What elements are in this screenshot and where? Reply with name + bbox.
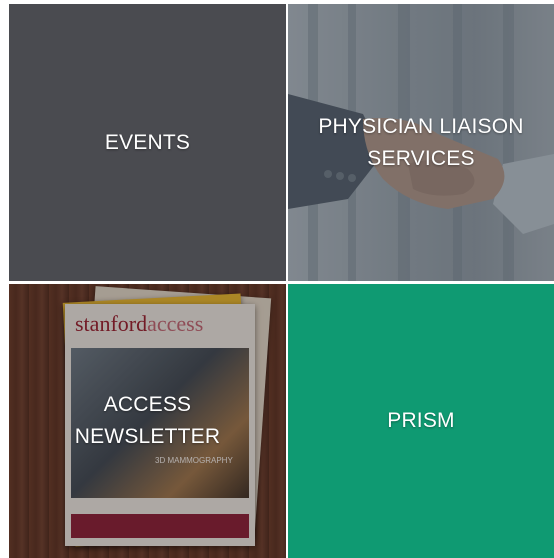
tile-prism[interactable]: PRISM	[288, 284, 554, 558]
tile-access-label-line-1: ACCESS	[103, 393, 192, 416]
tile-grid: EVENTS PHYSICIAN LIAISON SERVICES stanfo…	[0, 0, 554, 558]
tile-events[interactable]: EVENTS	[9, 4, 286, 281]
tile-events-label: EVENTS	[105, 127, 190, 159]
tile-physician-label-line-1: PHYSICIAN LIAISON	[318, 114, 524, 138]
tile-prism-label-line-1: PRISM	[387, 409, 455, 432]
tile-physician-label-line-2: SERVICES	[367, 146, 475, 170]
tile-physician-label: PHYSICIAN LIAISON SERVICES	[318, 111, 523, 175]
tile-access-newsletter[interactable]: stanfordaccess 3D MAMMOGRAPHY ACCESS NEW…	[9, 284, 286, 558]
tile-physician-liaison-services[interactable]: PHYSICIAN LIAISON SERVICES	[288, 4, 554, 281]
tile-access-label-line-2: NEWSLETTER	[74, 425, 221, 448]
tile-events-label-line-1: EVENTS	[104, 130, 191, 154]
tile-access-label: ACCESS NEWSLETTER	[75, 389, 221, 453]
tile-prism-label: PRISM	[387, 405, 455, 437]
